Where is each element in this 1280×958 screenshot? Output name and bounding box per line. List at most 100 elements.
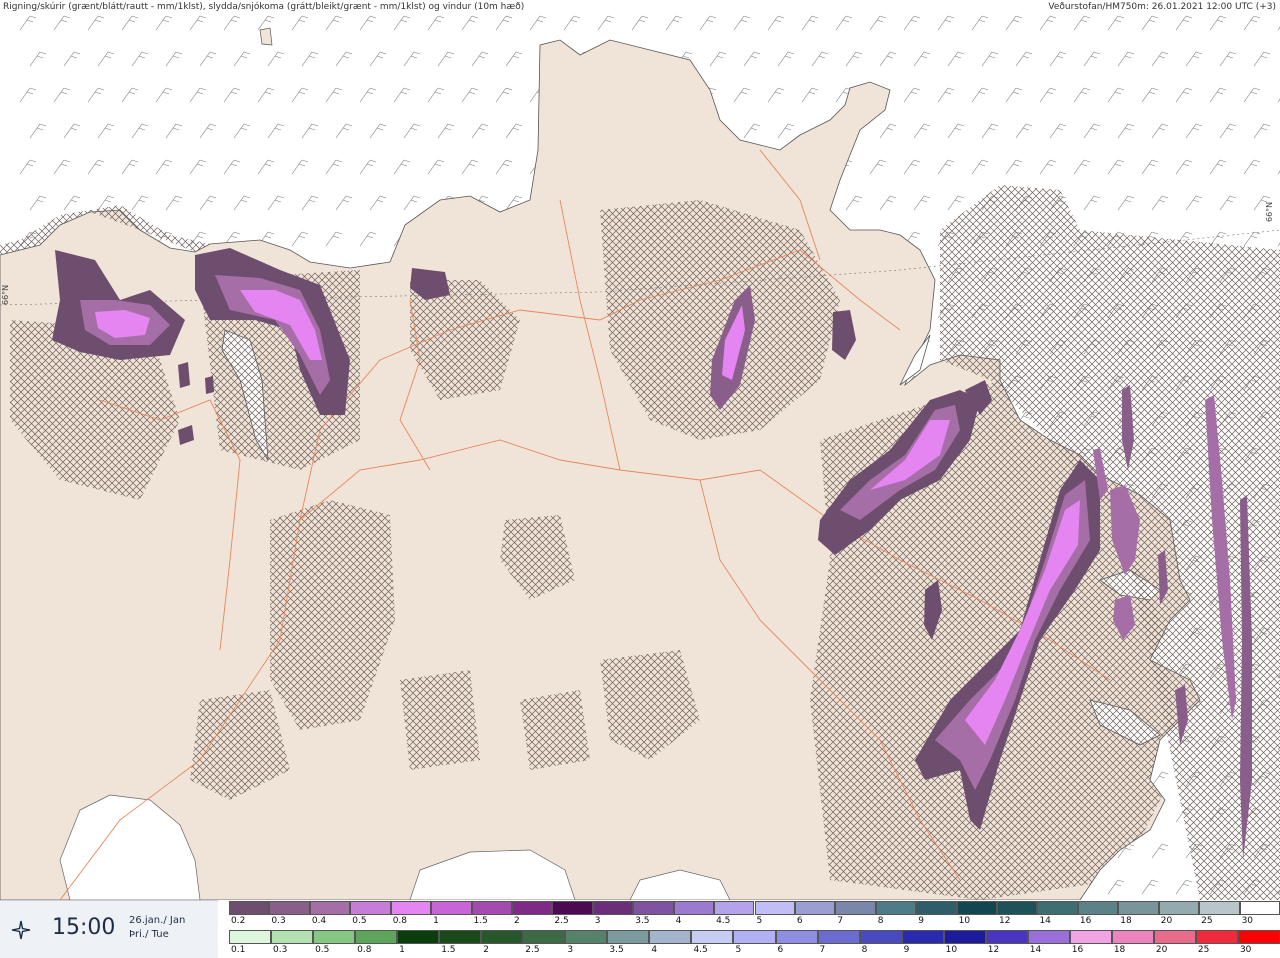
legend-tick-label: 14 [1029,945,1042,955]
legend-swatch [997,901,1038,915]
legend-tick-label: 1.5 [441,945,456,955]
legend-swatch [875,901,917,915]
aircraft-icon [11,920,31,940]
legend-tick-label: 8 [861,945,868,955]
legend-tick-label: 18 [1120,916,1132,926]
legend-swatch [1195,930,1238,944]
legend-swatch [1199,901,1240,915]
legend-tick-label: 0.1 [231,945,246,955]
legend-tick-label: 5 [735,945,742,955]
legend-swatch [355,930,398,944]
legend-tick-label: 1.5 [473,916,488,926]
legend-swatch [552,901,593,915]
legend-swatch [1111,930,1154,944]
legend-swatch [956,901,998,915]
legend-swatch [859,930,902,944]
latitude-label: 66°N [1265,202,1274,222]
legend-tick-label: 14 [1039,916,1051,926]
legend-tick-label: 0.8 [357,945,372,955]
map-header-right: Veðurstofan/HM750m: 26.01.2021 12:00 UTC… [1048,2,1276,12]
time-panel: 15:00 26.jan./ Jan Þri./ Tue [0,900,218,958]
legend-swatch [1158,901,1200,915]
legend-tick-label: 25 [1197,945,1210,955]
legend-tick-label: 16 [1079,916,1092,926]
legend-tick-label: 0.5 [352,916,367,926]
legend-tick-label: 3.5 [609,945,624,955]
legend-swatch [309,901,351,915]
legend-swatch [649,930,692,944]
legend-snow: 0.1 0.3 0.5 0.8 1 1.5 2 2.5 3 3.5 4 4.5 5 6 7 8 9 10 12 14 1… [229,929,1280,958]
legend-swatch [592,901,634,915]
legend-swatch [633,901,674,915]
legend-swatch [943,930,986,944]
legend-tick-label: 9 [918,916,924,926]
legend-swatch [714,901,755,915]
legend-tick-label: 12 [999,916,1011,926]
legend-tick-label: 1 [433,916,439,926]
legend-swatch [916,901,957,915]
legend-swatch [471,901,512,915]
legend-tick-label: 3.5 [635,916,650,926]
legend-tick-label: 0.3 [271,916,286,926]
legend-tick-label: 6 [777,945,784,955]
legend-tick-label: 2 [483,945,489,955]
legend-tick-label: 12 [987,945,1000,955]
legend-tick-label: 9 [903,945,910,955]
legend-tick-label: 5 [756,916,763,926]
weather-map[interactable]: 66°N 66°N Rigning/skúrir (grænt/blátt/ra… [0,0,1280,900]
legend-swatch [817,930,860,944]
legend-swatch [397,930,440,944]
legend-swatch [565,930,608,944]
legend-tick-label: 0.3 [273,945,288,955]
map-header-left: Rigning/skúrir (grænt/blátt/rautt - mm/1… [3,1,524,12]
legend-swatch [350,901,391,915]
legend-swatch [1027,930,1070,944]
legend-tick-label: 0.4 [311,916,327,926]
legend-swatch [390,901,432,915]
legend-tick-label: 30 [1241,916,1254,926]
legend-swatch [1069,930,1112,944]
legend-tick-label: 0.2 [231,916,246,926]
legend-swatch [901,930,944,944]
legend-swatch [229,930,272,944]
legend-swatch [511,901,553,915]
legend-swatch [313,930,356,944]
legend-swatch [439,930,482,944]
forecast-time: 15:00 [52,915,116,940]
legend-tick-label: 20 [1160,916,1173,926]
legend-rain: 0.2 0.3 0.4 0.5 0.8 1 1.5 2 2.5 3 3.5 4 4.5 5 6 7 8 9 10 12… [229,900,1280,929]
legend-tick-label: 10 [958,916,971,926]
legend-tick-label: 0.8 [392,916,408,926]
forecast-date: 26.jan./ Jan [129,915,186,926]
legend-tick-label: 10 [945,945,958,955]
legend-tick-label: 4 [675,916,682,926]
legend-swatch [985,930,1028,944]
legend-swatch [269,901,310,915]
legend-swatch [1239,901,1280,915]
legend-tick-label: 30 [1239,945,1252,955]
legend-swatch [673,901,715,915]
legend-tick-label: 3 [567,945,574,955]
legend-swatch [607,930,650,944]
legend-tick-label: 1 [399,945,405,955]
legend-swatch [775,930,818,944]
legend-tick-label: 7 [819,945,826,955]
legend-tick-label: 16 [1071,945,1084,955]
legend-tick-label: 2 [513,916,520,926]
legend-swatch [1153,930,1196,944]
legend-tick-label: 20 [1155,945,1168,955]
forecast-weekday: Þri./ Tue [129,929,169,940]
latitude-label: 66°N [1,285,10,305]
legend-swatch [271,930,314,944]
legend-swatch [229,901,270,915]
legend-tick-label: 18 [1113,945,1126,955]
legend-tick-label: 0.5 [315,945,330,955]
legend-swatch [691,930,734,944]
legend-tick-label: 2.5 [554,916,569,926]
legend-tick-label: 7 [837,916,844,926]
legend-swatch [733,930,776,944]
legend-tick-label: 8 [877,916,884,926]
legend-tick-label: 4.5 [716,916,731,926]
legend-swatch [1037,901,1078,915]
legend-swatch [431,901,472,915]
